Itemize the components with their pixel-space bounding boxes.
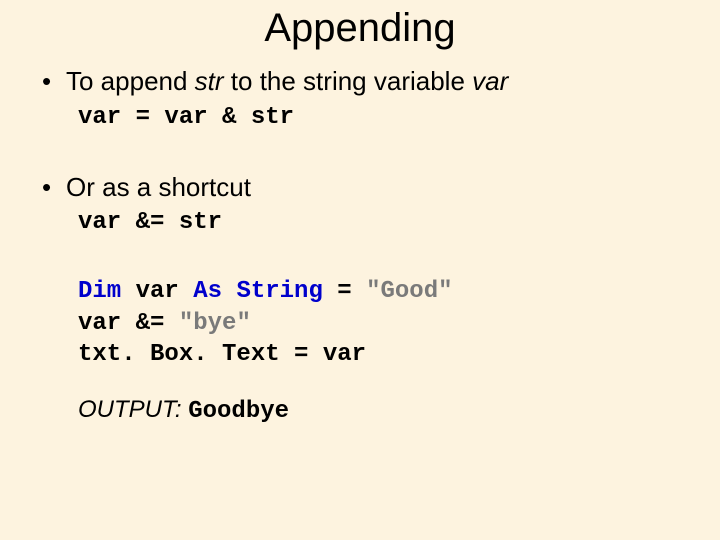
code2-line: var &= str (78, 207, 684, 238)
spacer (36, 238, 684, 276)
spacer (36, 133, 684, 171)
bullet1-em1: str (195, 66, 224, 96)
slide-title: Appending (36, 6, 684, 51)
code3-line1: Dim var As String = "Good" (78, 276, 684, 307)
output-label: OUTPUT: (78, 396, 182, 423)
code3-l2a: var &= (78, 310, 179, 337)
code3-line2: var &= "bye" (78, 308, 684, 339)
code3-l1b: var (121, 278, 193, 305)
code3-l1d: = (323, 278, 366, 305)
kw-dim: Dim (78, 278, 121, 305)
str-good: "Good" (366, 278, 452, 305)
code-block-2: var &= str (78, 207, 684, 238)
bullet-list: To append str to the string variable var (36, 65, 684, 98)
slide: Appending To append str to the string va… (0, 0, 720, 540)
kw-as-string: As String (193, 278, 323, 305)
str-bye: "bye" (179, 310, 251, 337)
bullet-list-2: Or as a shortcut (36, 171, 684, 204)
code3-line3: txt. Box. Text = var (78, 339, 684, 370)
bullet1-em2: var (472, 66, 508, 96)
bullet1-text-mid: to the string variable (224, 66, 473, 96)
bullet-item-1: To append str to the string variable var (36, 65, 684, 98)
output-value: Goodbye (188, 398, 289, 425)
code1-line: var = var & str (78, 102, 684, 133)
code-block-3: Dim var As String = "Good" var &= "bye" … (78, 276, 684, 370)
bullet1-text-pre: To append (66, 66, 195, 96)
code-block-1: var = var & str (78, 102, 684, 133)
bullet-item-2: Or as a shortcut (36, 171, 684, 204)
spacer (36, 370, 684, 396)
output-line: OUTPUT: Goodbye (78, 396, 684, 425)
